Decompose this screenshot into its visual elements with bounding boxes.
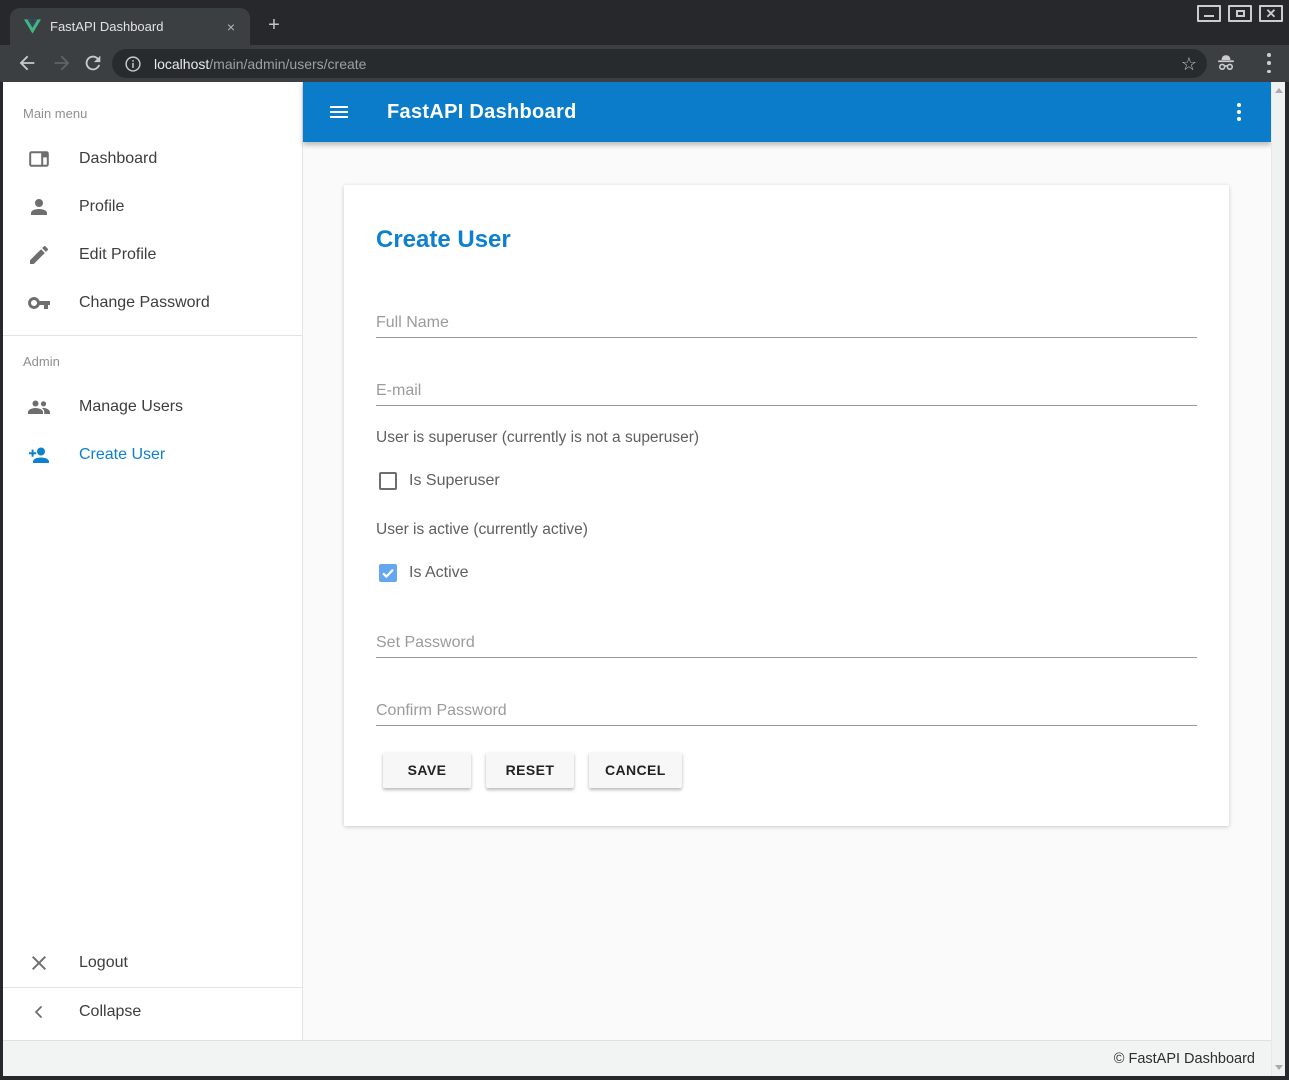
back-button[interactable]	[16, 52, 38, 74]
is-active-label: Is Active	[409, 564, 469, 582]
key-icon	[27, 291, 51, 315]
sidebar-item-manage-users[interactable]: Manage Users	[3, 383, 302, 431]
window-maximize-button[interactable]	[1228, 5, 1252, 22]
reset-button[interactable]: RESET	[486, 752, 574, 788]
chevron-left-icon	[27, 1000, 51, 1024]
forward-button[interactable]	[51, 52, 73, 74]
set-password-field[interactable]: Set Password	[376, 628, 1197, 658]
is-superuser-label: Is Superuser	[409, 472, 500, 490]
sidebar-item-label: Profile	[79, 198, 124, 216]
page-footer: © FastAPI Dashboard	[3, 1040, 1271, 1076]
full-name-field[interactable]: Full Name	[376, 308, 1197, 338]
address-bar[interactable]: localhost/main/admin/users/create ☆	[112, 49, 1207, 78]
url-path: /main/admin/users/create	[209, 56, 366, 72]
sidebar-item-dashboard[interactable]: Dashboard	[3, 135, 302, 183]
vue-logo-icon	[24, 19, 41, 34]
cancel-button[interactable]: CANCEL	[589, 752, 682, 788]
people-icon	[27, 395, 51, 419]
scrollbar-down-arrow[interactable]	[1275, 1065, 1283, 1070]
superuser-hint: User is superuser (currently is not a su…	[376, 429, 699, 447]
maximize-icon	[1236, 10, 1245, 17]
pencil-icon	[27, 243, 51, 267]
sidebar-item-label: Create User	[79, 446, 165, 464]
reload-button[interactable]	[82, 52, 104, 74]
incognito-icon	[1213, 51, 1239, 75]
copyright-text: © FastAPI Dashboard	[1114, 1051, 1255, 1067]
confirm-password-placeholder: Confirm Password	[376, 702, 507, 720]
set-password-placeholder: Set Password	[376, 634, 475, 652]
url-text: localhost/main/admin/users/create	[154, 56, 1181, 72]
is-active-checkbox[interactable]	[379, 564, 397, 582]
minimize-icon	[1204, 15, 1214, 17]
create-user-card: Create User Full Name E-mail User is sup…	[344, 185, 1229, 826]
full-name-placeholder: Full Name	[376, 314, 449, 332]
person-add-icon	[27, 443, 51, 467]
sidebar-item-change-password[interactable]: Change Password	[3, 279, 302, 327]
close-icon: ✕	[1266, 7, 1277, 20]
sidebar-item-collapse[interactable]: Collapse	[3, 988, 302, 1036]
active-hint: User is active (currently active)	[376, 521, 588, 539]
sidebar-item-label: Manage Users	[79, 398, 183, 416]
sidebar-section-header-admin: Admin	[3, 336, 302, 383]
bookmark-star-icon[interactable]: ☆	[1181, 55, 1197, 73]
app-bar-title: FastAPI Dashboard	[387, 101, 577, 124]
sidebar-item-label: Collapse	[79, 1003, 141, 1021]
sidebar-item-label: Edit Profile	[79, 246, 156, 264]
new-tab-button[interactable]: +	[262, 13, 286, 37]
window-minimize-button[interactable]	[1197, 5, 1221, 22]
is-active-checkbox-row[interactable]: Is Active	[379, 564, 469, 582]
page-title: Create User	[376, 226, 511, 254]
sidebar-section-header-main: Main menu	[3, 88, 302, 135]
window-close-button[interactable]: ✕	[1259, 5, 1283, 22]
window-controls: ✕	[1197, 5, 1283, 22]
browser-menu-button[interactable]	[1267, 53, 1271, 73]
sidebar: Main menu Dashboard Profile	[3, 82, 303, 1040]
main-area: Create User Full Name E-mail User is sup…	[303, 142, 1271, 1040]
browser-toolbar: localhost/main/admin/users/create ☆	[0, 45, 1289, 82]
save-button[interactable]: SAVE	[383, 752, 471, 788]
sidebar-item-edit-profile[interactable]: Edit Profile	[3, 231, 302, 279]
scrollbar-up-arrow[interactable]	[1275, 88, 1283, 93]
person-icon	[27, 195, 51, 219]
sidebar-item-logout[interactable]: Logout	[3, 939, 302, 987]
site-info-icon[interactable]	[124, 55, 142, 73]
browser-tab[interactable]: FastAPI Dashboard ×	[10, 8, 250, 45]
email-field[interactable]: E-mail	[376, 376, 1197, 406]
dashboard-icon	[27, 147, 51, 171]
page-content: Main menu Dashboard Profile	[3, 82, 1285, 1076]
email-placeholder: E-mail	[376, 382, 421, 400]
tab-title: FastAPI Dashboard	[50, 19, 222, 34]
sidebar-item-label: Change Password	[79, 294, 210, 312]
is-superuser-checkbox[interactable]	[379, 472, 397, 490]
sidebar-item-profile[interactable]: Profile	[3, 183, 302, 231]
sidebar-item-create-user[interactable]: Create User	[3, 431, 302, 479]
close-x-icon	[27, 951, 51, 975]
app-bar-menu-button[interactable]	[1237, 103, 1241, 121]
hamburger-menu-icon[interactable]	[327, 100, 351, 124]
browser-window: FastAPI Dashboard × + ✕ localhost/main/a…	[0, 0, 1289, 1080]
sidebar-bottom: Logout Collapse	[3, 939, 302, 1036]
form-buttons: SAVE RESET CANCEL	[383, 752, 682, 788]
sidebar-item-label: Dashboard	[79, 150, 157, 168]
browser-tab-bar: FastAPI Dashboard × + ✕	[0, 0, 1289, 45]
is-superuser-checkbox-row[interactable]: Is Superuser	[379, 472, 500, 490]
tab-close-icon[interactable]: ×	[222, 18, 240, 36]
sidebar-item-label: Logout	[79, 954, 128, 972]
url-host: localhost	[154, 56, 209, 72]
app-bar: FastAPI Dashboard	[303, 82, 1271, 142]
confirm-password-field[interactable]: Confirm Password	[376, 696, 1197, 726]
scrollbar[interactable]	[1271, 82, 1285, 1076]
